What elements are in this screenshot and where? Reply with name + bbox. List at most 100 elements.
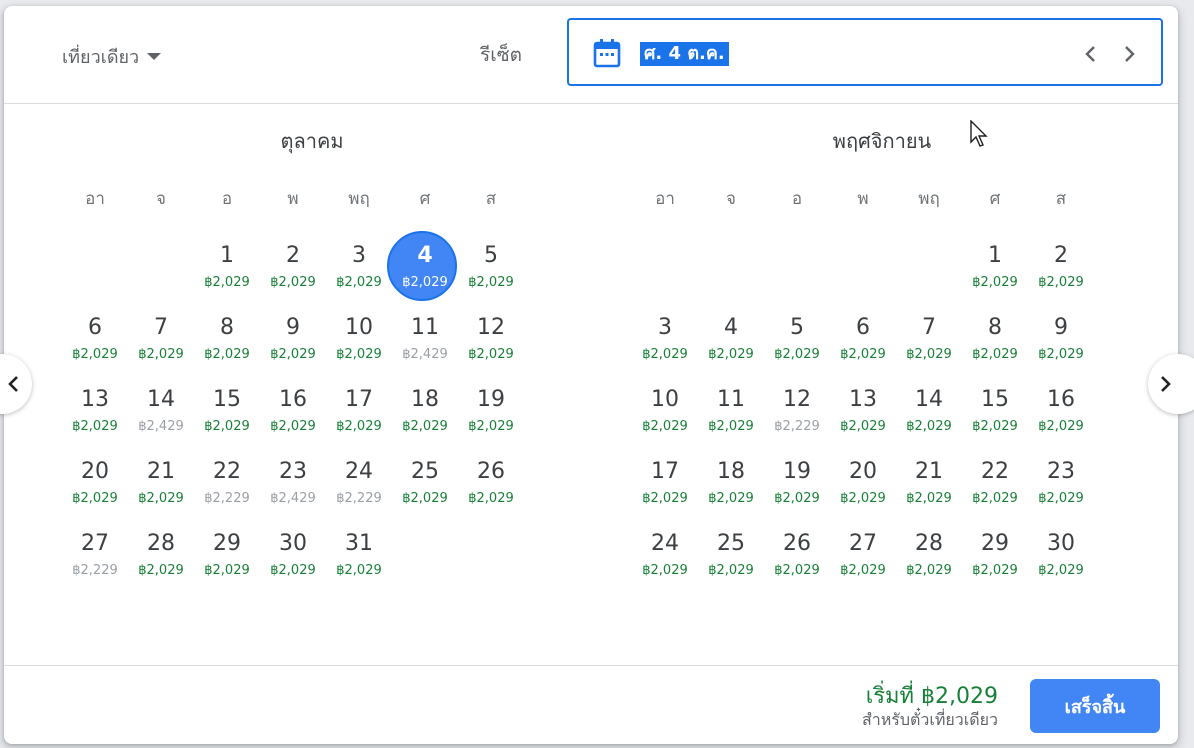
calendar-day[interactable]: 8 ฿2,029 [962, 307, 1028, 379]
calendar-day[interactable]: 7 ฿2,029 [896, 307, 962, 379]
weekday-label: พฤ [918, 189, 940, 209]
calendar-day[interactable]: 16 ฿2,029 [1028, 379, 1094, 451]
calendar-day[interactable]: 7 ฿2,029 [128, 307, 194, 379]
day-price: ฿2,029 [402, 275, 448, 290]
day-price: ฿2,029 [840, 419, 886, 434]
day-number: 17 [651, 459, 679, 484]
calendar-day[interactable]: 5 ฿2,029 [458, 235, 524, 307]
calendar-day[interactable]: 25 ฿2,029 [698, 523, 764, 595]
done-button[interactable]: เสร็จสิ้น [1030, 679, 1160, 733]
calendar-day[interactable]: 14 ฿2,429 [128, 379, 194, 451]
calendar-day[interactable]: 5 ฿2,029 [764, 307, 830, 379]
day-price: ฿2,029 [468, 347, 514, 362]
departure-date-field[interactable]: ศ. 4 ต.ค. [567, 18, 1163, 86]
calendar-day[interactable]: 9 ฿2,029 [1028, 307, 1094, 379]
calendar-day[interactable]: 19 ฿2,029 [458, 379, 524, 451]
calendar-day[interactable]: 1 ฿2,029 [194, 235, 260, 307]
calendar-day[interactable]: 13 ฿2,029 [830, 379, 896, 451]
day-price: ฿2,029 [204, 563, 250, 578]
calendar-day[interactable]: 21 ฿2,029 [128, 451, 194, 523]
calendar-day[interactable]: 6 ฿2,029 [830, 307, 896, 379]
calendar-day[interactable]: 23 ฿2,429 [260, 451, 326, 523]
calendar-day[interactable]: 17 ฿2,029 [632, 451, 698, 523]
day-price: ฿2,029 [1038, 419, 1084, 434]
day-number: 23 [1047, 459, 1075, 484]
calendar-day[interactable]: 23 ฿2,029 [1028, 451, 1094, 523]
calendar-day[interactable]: 19 ฿2,029 [764, 451, 830, 523]
calendar-day[interactable]: 29 ฿2,029 [962, 523, 1028, 595]
calendar-day[interactable]: 22 ฿2,029 [962, 451, 1028, 523]
calendar-day[interactable]: 8 ฿2,029 [194, 307, 260, 379]
calendar-day[interactable]: 12 ฿2,229 [764, 379, 830, 451]
day-price: ฿2,029 [972, 419, 1018, 434]
calendar-day[interactable]: 27 ฿2,029 [830, 523, 896, 595]
calendar-day[interactable]: 2 ฿2,029 [260, 235, 326, 307]
day-number: 13 [849, 387, 877, 412]
calendar-day[interactable]: 28 ฿2,029 [896, 523, 962, 595]
calendar-day[interactable]: 22 ฿2,229 [194, 451, 260, 523]
calendar-day[interactable]: 15 ฿2,029 [962, 379, 1028, 451]
day-price: ฿2,029 [708, 491, 754, 506]
day-number: 28 [915, 531, 943, 556]
day-price: ฿2,429 [138, 419, 184, 434]
calendar-day[interactable]: 10 ฿2,029 [326, 307, 392, 379]
calendar-day[interactable]: 25 ฿2,029 [392, 451, 458, 523]
calendar-day[interactable]: 14 ฿2,029 [896, 379, 962, 451]
chevron-left-icon [8, 376, 18, 392]
calendar-day[interactable]: 18 ฿2,029 [392, 379, 458, 451]
chevron-left-icon[interactable] [1077, 40, 1105, 68]
calendar-day[interactable]: 1 ฿2,029 [962, 235, 1028, 307]
calendar-day[interactable]: 16 ฿2,029 [260, 379, 326, 451]
day-number: 24 [345, 459, 373, 484]
calendar-day[interactable]: 29 ฿2,029 [194, 523, 260, 595]
calendar-day[interactable]: 30 ฿2,029 [1028, 523, 1094, 595]
trip-type-label: เที่ยวเดียว [62, 46, 140, 68]
day-number: 19 [477, 387, 505, 412]
weekday-label: ส [1055, 189, 1067, 209]
calendar-day[interactable]: 27 ฿2,229 [62, 523, 128, 595]
chevron-right-icon[interactable] [1115, 40, 1143, 68]
day-number: 25 [411, 459, 439, 484]
day-price: ฿2,229 [336, 491, 382, 506]
calendar-day[interactable]: 21 ฿2,029 [896, 451, 962, 523]
day-price: ฿2,029 [642, 491, 688, 506]
trip-type-dropdown[interactable]: เที่ยวเดียว [62, 42, 162, 70]
calendar-day[interactable]: 4 ฿2,029 [387, 231, 458, 307]
day-number: 3 [658, 315, 672, 340]
day-number: 30 [279, 531, 307, 556]
calendar-day[interactable]: 26 ฿2,029 [764, 523, 830, 595]
calendar-day[interactable]: 31 ฿2,029 [326, 523, 392, 595]
calendar-day[interactable]: 26 ฿2,029 [458, 451, 524, 523]
calendar-day[interactable]: 18 ฿2,029 [698, 451, 764, 523]
day-price: ฿2,029 [906, 419, 952, 434]
day-price: ฿2,029 [468, 419, 514, 434]
day-price: ฿2,029 [840, 347, 886, 362]
day-number: 19 [783, 459, 811, 484]
calendar-day[interactable]: 4 ฿2,029 [698, 307, 764, 379]
calendar-day[interactable]: 15 ฿2,029 [194, 379, 260, 451]
calendar-day[interactable]: 20 ฿2,029 [830, 451, 896, 523]
day-price: ฿2,029 [708, 347, 754, 362]
calendar-day[interactable]: 12 ฿2,029 [458, 307, 524, 379]
day-number: 27 [849, 531, 877, 556]
calendar-day[interactable]: 2 ฿2,029 [1028, 235, 1094, 307]
calendar-day[interactable]: 20 ฿2,029 [62, 451, 128, 523]
calendar-day[interactable]: 11 ฿2,429 [392, 307, 458, 379]
calendar-day[interactable]: 3 ฿2,029 [326, 235, 392, 307]
day-number: 24 [651, 531, 679, 556]
calendar-day[interactable]: 11 ฿2,029 [698, 379, 764, 451]
day-number: 12 [477, 315, 505, 340]
calendar-day[interactable]: 3 ฿2,029 [632, 307, 698, 379]
calendar-day[interactable]: 6 ฿2,029 [62, 307, 128, 379]
calendar-day[interactable]: 30 ฿2,029 [260, 523, 326, 595]
calendar-day[interactable]: 24 ฿2,029 [632, 523, 698, 595]
calendar-day[interactable]: 9 ฿2,029 [260, 307, 326, 379]
calendar-day[interactable]: 24 ฿2,229 [326, 451, 392, 523]
calendar-day[interactable]: 17 ฿2,029 [326, 379, 392, 451]
calendar-day[interactable]: 28 ฿2,029 [128, 523, 194, 595]
calendar-day[interactable]: 10 ฿2,029 [632, 379, 698, 451]
reset-button[interactable]: รีเซ็ต [480, 40, 522, 70]
weekday-label: พฤ [348, 189, 370, 209]
calendar-day[interactable]: 13 ฿2,029 [62, 379, 128, 451]
weekday-label: อา [655, 189, 675, 209]
